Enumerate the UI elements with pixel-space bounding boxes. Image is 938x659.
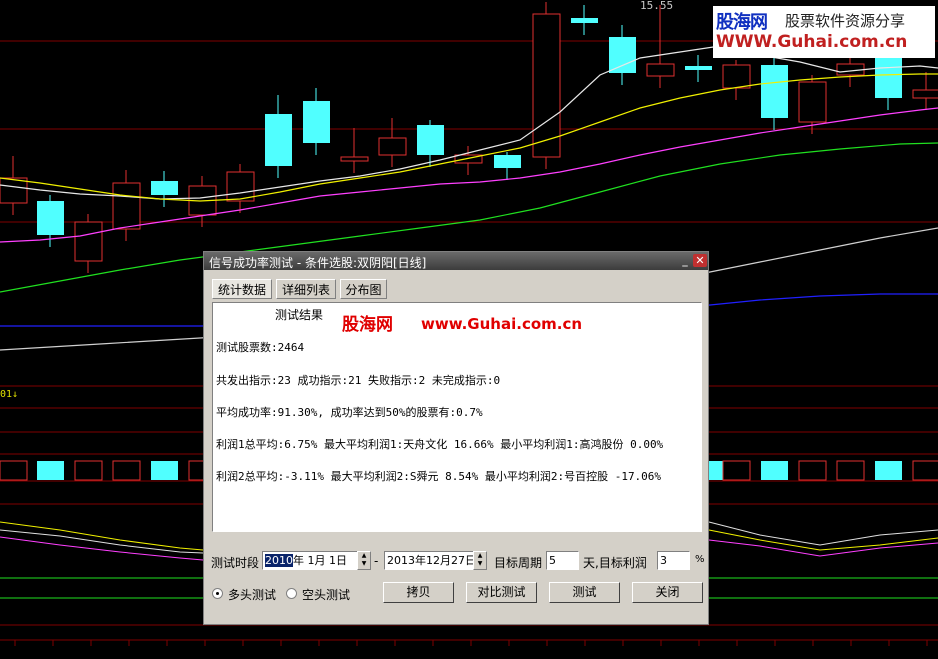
candle-body [151,181,178,195]
candle-body [532,13,561,158]
high-price-label: 15.55 [640,0,674,12]
results-watermark-name: 股海网 [342,315,393,335]
indicator-bar [761,461,788,480]
candle-body [685,66,712,70]
candle-body [112,182,141,230]
target-period-field[interactable]: 5 [546,551,579,570]
osc-white-right-line [708,521,938,546]
results-panel[interactable]: 测试结果 股海网 www.Guhai.com.cn 测试股票数:2464 共发出… [212,302,702,532]
result-profit1: 利润1总平均:6.75% 最大平均利润1:天舟文化 16.66% 最小平均利润1… [216,438,664,451]
candle-body [494,155,521,168]
site-slogan: 股票软件资源分享 [785,12,906,30]
candle-body [0,177,28,204]
end-date-field[interactable]: 2013年12月27日 [384,551,474,570]
candle-body [646,63,675,77]
indicator-bar [37,461,64,480]
result-profit2: 利润2总平均:-3.11% 最大平均利润2:S舜元 8.54% 最小平均利润2:… [216,470,662,483]
result-stock-count: 测试股票数:2464 [216,341,305,354]
indicator-bar [836,460,865,481]
candle-body [378,137,407,156]
osc-yellow-line [0,521,204,551]
spin-down-icon[interactable]: ▼ [362,560,367,567]
indicator-bar [0,460,28,481]
tab-detail-list[interactable]: 详细列表 [276,279,336,299]
candle-body [722,64,751,89]
period-label: 测试时段 [211,556,260,570]
site-watermark: 股海网 股票软件资源分享 WWW.Guhai.com.cn [713,6,935,58]
short-test-radio[interactable] [286,588,297,599]
site-logo-name: 股海网 [716,12,768,33]
target-period-label: 目标周期 [494,556,543,570]
candle-body [265,114,292,166]
end-date-spinner[interactable]: ▲ ▼ [473,551,487,570]
minimize-icon[interactable]: _ [678,254,692,267]
dialog-titlebar[interactable]: 信号成功率测试 - 条件选股:双阴阳[日线] _ ✕ [204,252,708,270]
candle-body [417,125,444,155]
indicator-bar [798,460,827,481]
start-date-spinner[interactable]: ▲ ▼ [357,551,371,570]
candle-body [912,89,938,99]
indicator-bar [912,460,938,481]
indicator-bar [151,461,178,480]
candle-body [761,65,788,118]
percent-label: % [695,554,705,565]
long-test-label[interactable]: 多头测试 [228,586,276,603]
dialog-title: 信号成功率测试 - 条件选股:双阴阳[日线] [209,256,427,270]
start-date-field[interactable]: 2010年 1月 1日 [262,551,358,570]
date-separator: - [374,554,379,568]
site-url: WWW.Guhai.com.cn [716,32,908,52]
results-watermark-url: www.Guhai.com.cn [421,315,583,333]
candle-body [303,101,330,143]
start-date-rest: 年 1月 1日 [293,554,347,567]
candle-body [798,81,827,123]
target-profit-label: 天,目标利润 [583,556,647,570]
ma-white-line [0,45,938,200]
candle-body [340,156,369,162]
spin-up-icon[interactable]: ▲ [362,552,367,559]
result-signal-counts: 共发出指示:23 成功指示:21 失败指示:2 未完成指示:0 [216,374,501,387]
candle-body [875,57,902,98]
copy-button[interactable]: 拷贝 [383,582,454,603]
result-success-rate: 平均成功率:91.30%, 成功率达到50%的股票有:0.7% [216,406,483,419]
tab-statistics[interactable]: 统计数据 [212,279,272,299]
close-icon[interactable]: ✕ [693,254,707,267]
start-year-selected: 2010 [265,554,293,567]
signal-test-dialog: 信号成功率测试 - 条件选股:双阴阳[日线] _ ✕ 统计数据 详细列表 分布图… [203,251,709,625]
spin-up-icon[interactable]: ▲ [478,552,483,559]
indicator-bar [875,461,902,480]
test-button[interactable]: 测试 [549,582,620,603]
indicator-bar [74,460,103,481]
results-heading: 测试结果 [275,308,324,322]
candle-body [37,201,64,235]
candle-body [74,221,103,262]
spin-down-icon[interactable]: ▼ [478,560,483,567]
tab-distribution[interactable]: 分布图 [340,279,387,299]
osc-magenta-line [0,536,204,561]
long-test-radio[interactable] [212,588,223,599]
short-test-label[interactable]: 空头测试 [302,586,350,603]
compare-test-button[interactable]: 对比测试 [466,582,537,603]
indicator-bar [722,460,751,481]
time-axis-ticks [0,639,938,646]
close-button[interactable]: 关闭 [632,582,703,603]
target-profit-field[interactable]: 3 [657,551,690,570]
candle-body [609,37,636,73]
candle-body [571,18,598,23]
indicator-bar [112,460,141,481]
indicator-label: 01↓ [0,389,19,400]
